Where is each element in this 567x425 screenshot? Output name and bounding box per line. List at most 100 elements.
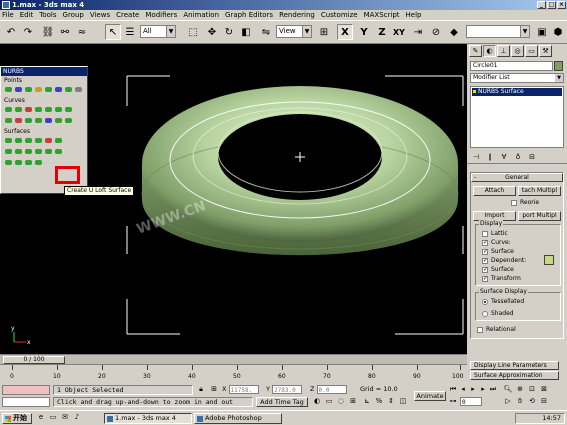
snap-toggle-icon[interactable]: ⊞ <box>348 397 358 407</box>
curve-intersect-icon[interactable] <box>14 116 23 125</box>
point-intersect-icon[interactable] <box>44 85 53 94</box>
curve-normal-icon[interactable] <box>34 116 43 125</box>
toolbox-toggle-icon[interactable] <box>544 255 554 265</box>
pan-icon[interactable]: ✋︎ <box>515 397 525 407</box>
z-coordinate-field[interactable]: 0.0 <box>316 385 347 394</box>
curve-chamfer-icon[interactable] <box>64 105 73 114</box>
restrict-xy-button[interactable]: XY <box>391 24 407 40</box>
restrict-y-button[interactable]: Y <box>356 24 372 40</box>
surface-ruled-icon[interactable] <box>24 147 33 156</box>
shaded-radio[interactable]: Shaded <box>482 309 560 318</box>
curve-point-icon[interactable] <box>14 105 23 114</box>
surface-blend-icon[interactable] <box>34 136 43 145</box>
u-loft-surface-icon[interactable] <box>54 147 63 156</box>
arc-rotate-icon[interactable]: ⟲ <box>527 397 537 407</box>
zoom-extents-all-icon[interactable]: ⊠ <box>539 385 549 395</box>
object-color-swatch[interactable] <box>554 61 563 71</box>
menu-animation[interactable]: Animation <box>183 11 219 19</box>
key-mode-icon[interactable]: ⊶ <box>448 397 458 407</box>
menu-edit[interactable]: Edit <box>20 11 34 19</box>
rotate-icon[interactable]: ↻ <box>221 24 237 40</box>
surface-trims-checkbox[interactable]: ✓ Surface <box>482 265 560 274</box>
attach-button[interactable]: Attach <box>473 186 516 196</box>
curve-mirror-icon[interactable] <box>54 105 63 114</box>
y-coordinate-field[interactable]: 2783.0 <box>272 385 303 394</box>
import-multiple-button[interactable]: port Multipl <box>518 211 561 221</box>
point-tool-icon[interactable] <box>4 85 13 94</box>
named-selection-dropdown[interactable]: ▼ <box>466 25 530 38</box>
point-surf-surf-icon[interactable] <box>54 85 63 94</box>
point-offset-icon[interactable] <box>14 85 23 94</box>
surface-approximation-rollout[interactable]: Surface Approximation <box>470 371 559 380</box>
zoom-all-icon[interactable]: ⊕ <box>515 385 525 395</box>
selection-filter-dropdown[interactable]: All ▼ <box>140 25 176 38</box>
curve-iso-icon[interactable] <box>24 116 33 125</box>
x-coordinate-field[interactable]: 11758. <box>228 385 259 394</box>
surface-extrude-icon[interactable] <box>4 147 13 156</box>
pivot-center-icon[interactable]: ⊞ <box>316 24 332 40</box>
play-icon[interactable]: ▸ <box>468 385 478 395</box>
surface-2rail-icon[interactable] <box>14 158 23 167</box>
curves-checkbox[interactable]: ✓ Curve: <box>482 238 560 247</box>
scale-icon[interactable]: ◧ <box>238 24 254 40</box>
menu-customize[interactable]: Customize <box>321 11 358 19</box>
spinner-snap-icon[interactable]: ⇕ <box>386 397 396 407</box>
curve-blend-icon[interactable] <box>34 105 43 114</box>
goto-start-icon[interactable]: ⏮ <box>448 385 458 395</box>
move-icon[interactable]: ✥ <box>204 24 220 40</box>
surface-cv-icon[interactable] <box>4 136 13 145</box>
object-name-field[interactable]: Circle01 <box>470 61 563 71</box>
point-extra-icon[interactable] <box>74 85 83 94</box>
display-tab-icon[interactable]: ▭ <box>525 45 538 57</box>
select-by-name-icon[interactable]: ☰ <box>122 24 138 40</box>
hierarchy-tab-icon[interactable]: ⊥ <box>497 45 510 57</box>
menu-file[interactable]: File <box>2 11 14 19</box>
time-config-icon[interactable]: ◐ <box>312 397 322 407</box>
surface-offset-icon[interactable] <box>44 136 53 145</box>
utilities-tab-icon[interactable]: ⚒ <box>539 45 552 57</box>
tessellated-radio[interactable]: Tessellated <box>482 297 560 306</box>
zoom-icon[interactable]: 🔍︎ <box>503 385 513 395</box>
quick-launch-desktop-icon[interactable]: ▭ <box>48 413 58 423</box>
mirror-icon[interactable]: ⇋ <box>258 24 274 40</box>
surface-1rail-icon[interactable] <box>44 147 53 156</box>
unlink-icon[interactable]: ⚯ <box>57 24 73 40</box>
menu-graph-editors[interactable]: Graph Editors <box>225 11 273 19</box>
link-icon[interactable]: ⛓ <box>40 24 56 40</box>
restrict-x-button[interactable]: X <box>337 24 353 40</box>
surface-uv-loft-icon[interactable] <box>4 158 13 167</box>
remove-modifier-icon[interactable]: ♁ <box>512 152 524 162</box>
snap-icon[interactable]: ⊘ <box>428 24 444 40</box>
field-of-view-icon[interactable]: ▷ <box>503 397 513 407</box>
goto-end-icon[interactable]: ⏭ <box>488 385 498 395</box>
surface-fillet-icon[interactable] <box>34 158 43 167</box>
curve-fillet-icon[interactable] <box>4 116 13 125</box>
percent-snap-icon[interactable]: % <box>374 397 384 407</box>
point-fit-icon[interactable] <box>64 85 73 94</box>
modifier-stack[interactable]: NURBS Surface <box>470 86 564 148</box>
menu-tools[interactable]: Tools <box>39 11 56 19</box>
time-slider[interactable]: 0 / 100 <box>3 356 65 364</box>
add-time-tag-button[interactable]: Add Time Tag <box>256 397 308 407</box>
make-unique-icon[interactable]: ∀ <box>498 152 510 162</box>
absolute-mode-icon[interactable]: ⊞ <box>209 385 219 395</box>
configure-sets-icon[interactable]: ⊟ <box>526 152 538 162</box>
time-slider-track[interactable]: 0 / 100 <box>0 354 467 364</box>
surface-transform-icon[interactable] <box>24 136 33 145</box>
render-icon[interactable]: ◆ <box>446 24 462 40</box>
maxscript-listener-pink[interactable] <box>2 385 50 395</box>
prev-frame-icon[interactable]: ◂ <box>458 385 468 395</box>
modify-tab-icon[interactable]: ◐ <box>483 45 496 57</box>
select-region-icon[interactable]: ⬚ <box>185 24 201 40</box>
menu-create[interactable]: Create <box>116 11 139 19</box>
menu-maxscript[interactable]: MAXScript <box>364 11 400 19</box>
select-object-icon[interactable]: ↖ <box>105 24 121 40</box>
min-max-toggle-icon[interactable]: ⊟ <box>539 397 549 407</box>
crossing-selection-icon[interactable]: ▭ <box>324 397 334 407</box>
task-3dsmax[interactable]: 1.max - 3ds max 4 <box>104 413 192 424</box>
quick-render-icon[interactable]: ▣ <box>534 24 550 40</box>
undo-icon[interactable]: ↶ <box>3 24 19 40</box>
maximize-button[interactable]: □ <box>547 1 556 9</box>
minimize-button[interactable]: _ <box>537 1 546 9</box>
window-crossing-icon[interactable]: ◫ <box>398 397 408 407</box>
